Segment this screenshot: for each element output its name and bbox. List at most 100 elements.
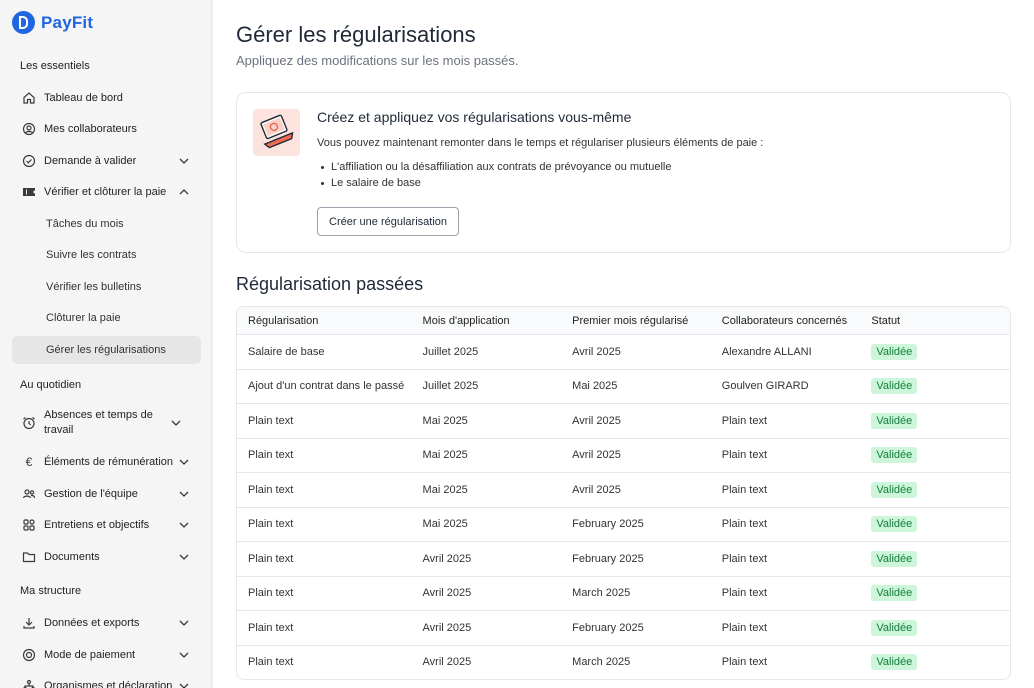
status-badge: Validée [871, 654, 918, 671]
status-badge: Validée [871, 619, 918, 636]
chevron-down-icon [177, 648, 191, 662]
table-cell: Avril 2025 [572, 483, 621, 496]
column-header[interactable]: Collaborateurs concernés [711, 315, 861, 327]
table-cell: Validée [860, 378, 1010, 395]
home-icon [22, 91, 36, 105]
chevron-down-icon [177, 518, 191, 532]
sidebar-subitem-contracts[interactable]: Suivre les contrats [12, 241, 201, 269]
section-essentials: Les essentiels [20, 60, 90, 72]
page-title: Gérer les régularisations [236, 22, 476, 47]
card-title: Créez et appliquez vos régularisations v… [317, 109, 632, 125]
sidebar-item-remuneration[interactable]: € Éléments de rémunération [12, 448, 201, 476]
table-cell: Juillet 2025 [422, 345, 479, 358]
table-cell: Avril 2025 [422, 621, 472, 634]
table-cell: March 2025 [572, 656, 631, 669]
sidebar-item-collaborators[interactable]: Mes collaborateurs [12, 115, 201, 143]
table-cell: Plain text [721, 587, 768, 600]
status-badge: Validée [871, 585, 918, 602]
sidebar-subitem-payslips[interactable]: Vérifier les bulletins [12, 273, 201, 301]
table-body: Salaire de base Juillet 2025 Avril 2025 Ale… [237, 335, 1010, 680]
table-cell: Plain text [248, 414, 294, 427]
column-header[interactable]: Premier mois régularisé [561, 315, 711, 327]
table-cell: Validée [860, 481, 1010, 498]
table-cell: Plain text [721, 621, 768, 634]
main-content: Gérer les régularisations Appliquez des … [213, 0, 1034, 688]
table-row[interactable]: Plain text Avril 2025 March 2025 Plain text… [237, 577, 1010, 611]
table-row[interactable]: Plain text Avril 2025 February 2025 Plain t… [237, 611, 1010, 646]
ticket-icon [22, 185, 36, 199]
table-row[interactable]: Plain text Mai 2025 Avril 2025 Plain text Va… [237, 473, 1010, 508]
table-cell: Ajout d'un contrat dans le passé [248, 380, 405, 393]
table-cell: Avril 2025 [572, 449, 621, 462]
column-header[interactable]: Régularisation [237, 315, 412, 327]
past-regularisations-title: Régularisation passées [236, 274, 424, 294]
chevron-down-icon [177, 154, 191, 168]
table-row[interactable]: Plain text Avril 2025 March 2025 Plain text… [237, 646, 1010, 680]
table-header: Régularisation Mois d'application Premie… [237, 307, 1010, 335]
table-cell: Mai 2025 [422, 518, 468, 531]
payfit-logo-icon [12, 11, 35, 34]
sidebar-subitem-close-payroll[interactable]: Clôturer la paie [12, 304, 201, 332]
table-row[interactable]: Plain text Mai 2025 February 2025 Plain tex… [237, 508, 1010, 542]
table-cell: Validée [860, 516, 1010, 533]
sidebar-item-documents[interactable]: Documents [12, 543, 201, 571]
payfit-logo[interactable]: PayFit [12, 11, 93, 34]
sidebar-subitem-regularisations[interactable]: Gérer les régularisations [12, 336, 201, 364]
status-badge: Validée [871, 550, 918, 567]
user-circle-icon [22, 122, 36, 136]
table-row[interactable]: Ajout d'un contrat dans le passé Juillet … [237, 370, 1010, 404]
sidebar-item-requests[interactable]: Demande à valider [12, 147, 201, 175]
table-row[interactable]: Plain text Avril 2025 February 2025 Plain t… [237, 542, 1010, 577]
table-cell: Mai 2025 [422, 414, 468, 427]
sidebar-subitem-tasks[interactable]: Tâches du mois [12, 210, 201, 238]
table-cell: Validée [860, 343, 1010, 360]
table-cell: Plain text [248, 587, 294, 600]
column-header[interactable]: Statut [860, 315, 1010, 327]
sidebar-item-payment-mode[interactable]: Mode de paiement [12, 641, 201, 669]
sidebar-item-dashboard[interactable]: Tableau de bord [12, 84, 201, 112]
section-structure: Ma structure [20, 585, 82, 597]
table-cell: March 2025 [572, 587, 631, 600]
table-cell: Validée [860, 412, 1010, 429]
users-icon [22, 487, 36, 501]
app-name: PayFit [41, 12, 94, 32]
alarm-clock-icon [22, 416, 36, 430]
table-row[interactable]: Plain text Mai 2025 Avril 2025 Plain text Va… [237, 404, 1010, 439]
table-cell: Plain text [721, 552, 768, 565]
table-cell: Avril 2025 [422, 656, 472, 669]
table-cell: Validée [860, 619, 1010, 636]
table-row[interactable]: Plain text Mai 2025 Avril 2025 Plain text Va… [237, 439, 1010, 473]
table-row[interactable]: Salaire de base Juillet 2025 Avril 2025 Ale… [237, 335, 1010, 370]
download-icon [22, 616, 36, 630]
status-badge: Validée [871, 516, 918, 533]
column-header[interactable]: Mois d'application [412, 315, 562, 327]
sidebar-item-interviews[interactable]: Entretiens et objectifs [12, 511, 201, 539]
table-cell: Juillet 2025 [422, 380, 479, 393]
status-badge: Validée [871, 447, 918, 464]
sidebar-item-data-exports[interactable]: Données et exports [12, 609, 201, 637]
table-cell: Goulven GIRARD [721, 380, 809, 393]
table-cell: Alexandre ALLANI [721, 345, 812, 358]
table-cell: Plain text [248, 621, 294, 634]
euro-icon: € [25, 455, 33, 469]
list-item: Le salaire de base [317, 175, 671, 191]
sidebar-item-verify-payroll[interactable]: Vérifier et clôturer la paie [12, 178, 201, 206]
grid-icon [22, 518, 36, 532]
table-cell: Validée [860, 585, 1010, 602]
table-cell: Avril 2025 [572, 414, 621, 427]
coin-icon [22, 648, 36, 662]
table-cell: Mai 2025 [422, 449, 468, 462]
table-cell: Plain text [721, 483, 768, 496]
table-cell: Avril 2025 [572, 345, 621, 358]
table-cell: Validée [860, 550, 1010, 567]
chevron-down-icon [177, 679, 191, 688]
sidebar-item-absences[interactable]: Absences et temps de travail [12, 405, 201, 441]
sidebar-item-organisms[interactable]: Organismes et déclaration [12, 672, 201, 688]
table-cell: Mai 2025 [422, 483, 468, 496]
table-cell: Plain text [248, 449, 294, 462]
sidebar-item-team[interactable]: Gestion de l'équipe [12, 480, 201, 508]
chevron-down-icon [177, 487, 191, 501]
table-cell: Avril 2025 [422, 552, 472, 565]
status-badge: Validée [871, 412, 918, 429]
create-regularisation-button[interactable]: Créer une régularisation [317, 207, 460, 236]
